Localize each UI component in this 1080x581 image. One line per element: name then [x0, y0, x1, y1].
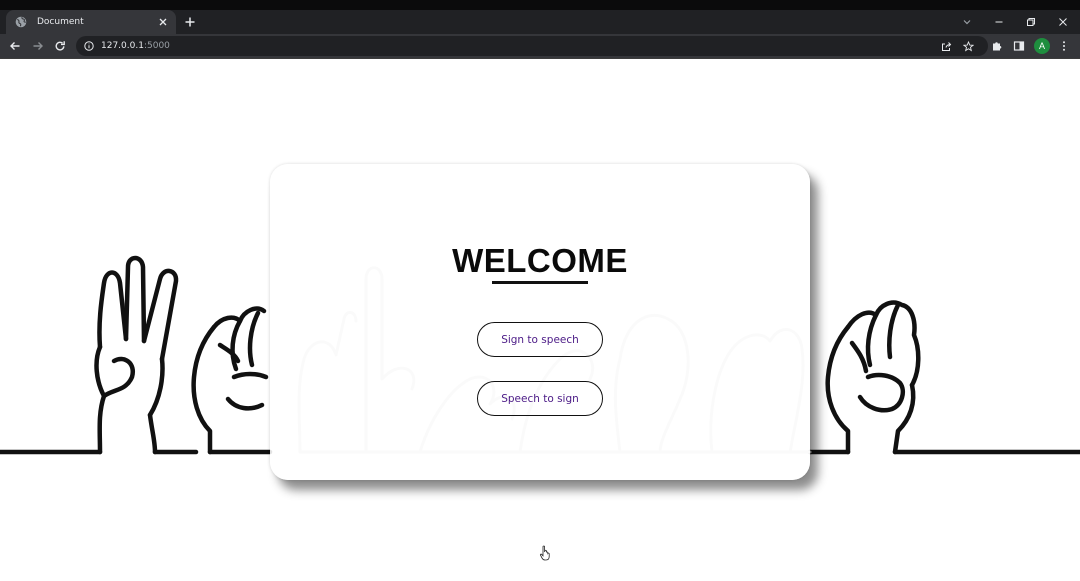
speech-to-sign-button[interactable]: Speech to sign: [477, 381, 603, 416]
url-host: 127.0.0.1: [101, 41, 144, 51]
back-button[interactable]: [7, 38, 23, 54]
info-icon[interactable]: [84, 41, 94, 51]
sign-to-speech-button[interactable]: Sign to speech: [477, 322, 603, 357]
welcome-card: WELCOME Sign to speech Speech to sign: [270, 164, 810, 480]
reload-button[interactable]: [52, 38, 68, 54]
reload-icon: [55, 41, 65, 51]
bookmark-button[interactable]: [960, 38, 976, 54]
tab-search-button[interactable]: [958, 13, 976, 31]
kebab-menu-icon: [1063, 41, 1065, 51]
new-tab-button[interactable]: [182, 14, 198, 30]
arrow-left-icon: [10, 42, 20, 50]
window-top-strip: [0, 0, 1080, 10]
fist-hand-right: [825, 300, 921, 455]
fist-hand-left: [191, 306, 269, 455]
star-icon: [962, 40, 974, 51]
forward-button[interactable]: [30, 38, 46, 54]
restore-icon: [1027, 18, 1035, 26]
tab-bar: Document: [0, 10, 1080, 34]
arrow-right-icon: [33, 42, 43, 50]
profile-avatar[interactable]: A: [1034, 38, 1050, 54]
partially-visible-footer: [380, 571, 720, 581]
extensions-button[interactable]: [989, 38, 1005, 54]
window-close-button[interactable]: [1054, 13, 1072, 31]
three-finger-hand: [94, 255, 179, 455]
address-bar[interactable]: 127.0.0.1:5000: [76, 36, 988, 56]
close-icon: [1059, 18, 1067, 26]
side-panel-icon: [1013, 41, 1025, 51]
share-icon: [941, 41, 951, 51]
globe-icon: [14, 15, 28, 29]
tab-title: Document: [37, 17, 84, 27]
puzzle-icon: [993, 42, 1002, 51]
title-underline: [492, 281, 588, 284]
browser-toolbar: 127.0.0.1:5000 A: [0, 34, 1080, 58]
chevron-down-icon: [963, 20, 971, 25]
minimize-icon: [995, 21, 1003, 23]
close-icon[interactable]: [156, 15, 170, 29]
minimize-button[interactable]: [990, 13, 1008, 31]
side-panel-button[interactable]: [1011, 38, 1027, 54]
browser-tab[interactable]: Document: [6, 10, 176, 34]
share-button[interactable]: [938, 38, 954, 54]
welcome-title: WELCOME: [452, 242, 628, 279]
restore-button[interactable]: [1022, 13, 1040, 31]
hand-pointer-icon: [539, 545, 550, 561]
url-port: :5000: [143, 41, 170, 51]
plus-icon: [185, 17, 195, 27]
page-viewport: WELCOME Sign to speech Speech to sign: [0, 59, 1080, 581]
menu-button[interactable]: [1056, 38, 1072, 54]
